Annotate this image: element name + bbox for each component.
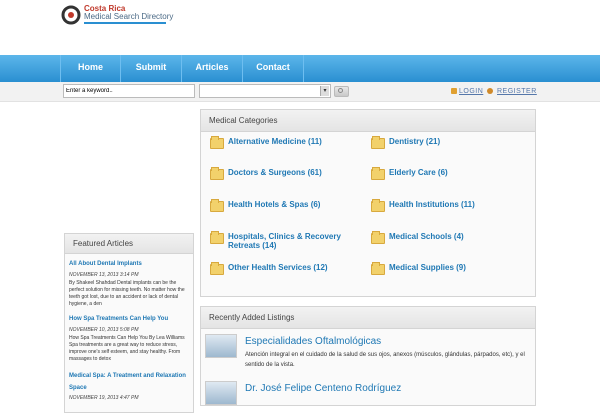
folder-icon — [371, 136, 385, 149]
article-title[interactable]: Medical Spa: A Treatment and Relaxation … — [69, 370, 189, 394]
category-link[interactable]: Medical Schools (4) — [389, 232, 517, 241]
search-bar: ▾ LOGIN REGISTER — [0, 82, 600, 102]
search-button[interactable] — [334, 86, 349, 97]
article-date: NOVEMBER 13, 2013 3:14 PM — [69, 272, 139, 278]
folder-icon — [210, 262, 224, 275]
stethoscope-logo-icon — [61, 5, 81, 25]
site-header: Costa Rica Medical Search Directory — [0, 0, 600, 54]
recent-listings-panel: Recently Added Listings Especialidades O… — [200, 306, 536, 406]
category-link[interactable]: Elderly Care (6) — [389, 168, 517, 177]
category-link[interactable]: Medical Supplies (9) — [389, 263, 517, 272]
featured-articles-heading: Featured Articles — [65, 234, 193, 254]
listing-title[interactable]: Dr. José Felipe Centeno Rodríguez — [245, 383, 401, 394]
medical-categories-heading: Medical Categories — [201, 110, 535, 132]
site-subtitle[interactable]: Medical Search Directory — [84, 12, 173, 21]
folder-icon — [210, 136, 224, 149]
category-link[interactable]: Alternative Medicine (11) — [228, 137, 356, 146]
nav-home[interactable]: Home — [60, 55, 121, 82]
logo-underline — [84, 22, 166, 24]
category-link[interactable]: Doctors & Surgeons (61) — [228, 168, 356, 177]
article-title[interactable]: How Spa Treatments Can Help You — [69, 316, 168, 322]
listing-thumbnail[interactable] — [205, 381, 237, 405]
keyword-search-input[interactable] — [63, 84, 195, 98]
article-excerpt: By Shakeel Shahdad Dental implants can b… — [69, 280, 185, 307]
recent-listings-heading: Recently Added Listings — [201, 307, 535, 329]
article-date: NOVEMBER 10, 2013 5:08 PM — [69, 327, 139, 333]
search-icon — [338, 88, 343, 93]
article-excerpt: How Spa Treatments Can Help You By Lea W… — [69, 335, 185, 362]
nav-contact[interactable]: Contact — [243, 55, 304, 82]
article-date: NOVEMBER 19, 2013 4:47 PM — [69, 395, 139, 401]
category-link[interactable]: Health Hotels & Spas (6) — [228, 200, 356, 209]
folder-icon — [371, 231, 385, 244]
login-link[interactable]: LOGIN — [459, 88, 483, 95]
article-title[interactable]: All About Dental Implants — [69, 261, 142, 267]
main-nav: Home Submit Articles Contact — [0, 55, 600, 82]
category-select[interactable]: ▾ — [199, 84, 331, 98]
category-link[interactable]: Hospitals, Clinics & Recovery Retreats (… — [228, 232, 356, 250]
medical-categories-panel: Medical Categories Alternative Medicine … — [200, 109, 536, 297]
folder-icon — [371, 167, 385, 180]
category-link[interactable]: Health Institutions (11) — [389, 200, 517, 209]
folder-icon — [371, 199, 385, 212]
category-link[interactable]: Dentistry (21) — [389, 137, 517, 146]
folder-icon — [210, 167, 224, 180]
category-link[interactable]: Other Health Services (12) — [228, 263, 356, 272]
register-link[interactable]: REGISTER — [497, 88, 537, 95]
lock-icon — [451, 88, 457, 94]
featured-articles-panel: Featured Articles All About Dental Impla… — [64, 233, 194, 413]
folder-icon — [210, 231, 224, 244]
user-icon — [487, 88, 493, 94]
folder-icon — [210, 199, 224, 212]
listing-title[interactable]: Especialidades Oftalmológicas — [245, 336, 381, 347]
nav-articles[interactable]: Articles — [182, 55, 243, 82]
nav-submit[interactable]: Submit — [121, 55, 182, 82]
listing-description: Atención integral en el cuidado de la sa… — [245, 352, 525, 368]
listing-thumbnail[interactable] — [205, 334, 237, 358]
folder-icon — [371, 262, 385, 275]
chevron-down-icon[interactable]: ▾ — [320, 86, 329, 96]
